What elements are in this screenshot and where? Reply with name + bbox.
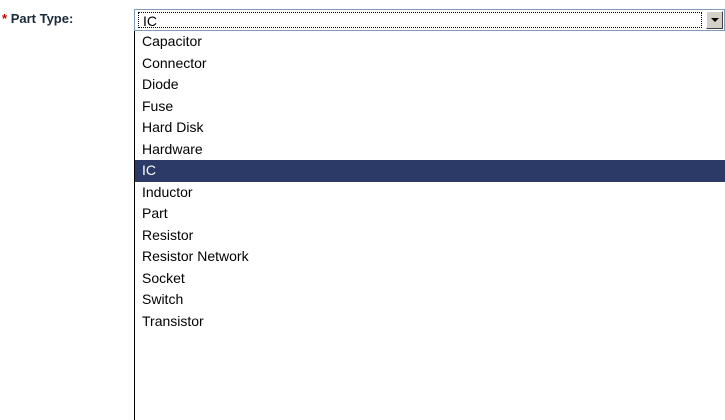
select-current-value: IC bbox=[143, 13, 157, 29]
dropdown-option[interactable]: Diode bbox=[135, 74, 725, 96]
dropdown-option[interactable]: Capacitor bbox=[135, 31, 725, 53]
dropdown-option[interactable]: Connector bbox=[135, 53, 725, 75]
part-type-label-text: Part Type: bbox=[10, 11, 74, 26]
chevron-down-icon[interactable] bbox=[706, 11, 723, 29]
dropdown-option[interactable]: Transistor bbox=[135, 311, 725, 333]
dropdown-option[interactable]: Hardware bbox=[135, 139, 725, 161]
dropdown-option[interactable]: Socket bbox=[135, 268, 725, 290]
part-type-select[interactable]: IC bbox=[134, 9, 725, 31]
part-type-dropdown-list[interactable]: Capacitor Connector Diode Fuse Hard Disk… bbox=[134, 31, 725, 420]
required-mark: * bbox=[2, 11, 8, 26]
part-type-label: * Part Type: bbox=[2, 10, 73, 28]
dropdown-option[interactable]: Inductor bbox=[135, 182, 725, 204]
dropdown-option[interactable]: Fuse bbox=[135, 96, 725, 118]
dropdown-option[interactable]: Switch bbox=[135, 289, 725, 311]
dropdown-option[interactable]: Resistor bbox=[135, 225, 725, 247]
dropdown-option-selected[interactable]: IC bbox=[135, 160, 725, 182]
dropdown-option[interactable]: Resistor Network bbox=[135, 246, 725, 268]
dropdown-option[interactable]: Part bbox=[135, 203, 725, 225]
select-focus-outline: IC bbox=[138, 12, 702, 29]
dropdown-option[interactable]: Hard Disk bbox=[135, 117, 725, 139]
